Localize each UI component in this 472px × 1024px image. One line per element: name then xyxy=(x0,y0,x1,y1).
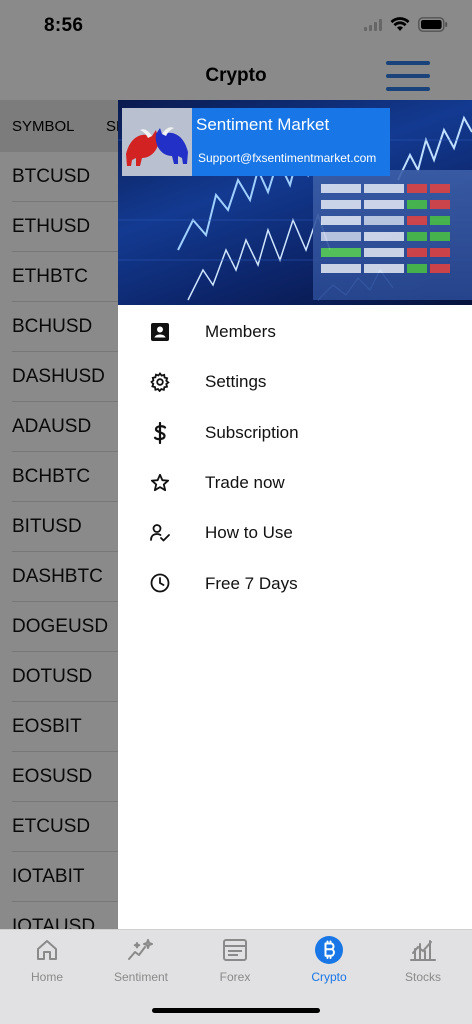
tab-label: Forex xyxy=(219,970,251,984)
contact-card-icon xyxy=(149,321,171,343)
tab-home[interactable]: Home xyxy=(0,936,94,990)
drawer-menu: Members Settings Subscription Trade now … xyxy=(118,307,472,609)
menu-item-label: Free 7 Days xyxy=(205,573,298,593)
home-indicator[interactable] xyxy=(152,1008,320,1013)
bitcoin-icon xyxy=(282,936,376,964)
tab-label: Sentiment xyxy=(113,970,169,984)
menu-item-trade-now[interactable]: Trade now xyxy=(118,458,472,508)
menu-item-settings[interactable]: Settings xyxy=(118,357,472,407)
menu-item-subscription[interactable]: Subscription xyxy=(118,408,472,458)
menu-item-members[interactable]: Members xyxy=(118,307,472,357)
menu-item-label: Subscription xyxy=(205,422,299,442)
menu-item-label: How to Use xyxy=(205,523,293,543)
dollar-icon xyxy=(149,421,171,444)
app-screen: 8:56 Crypto SYMBOL BTCUSD ETHUSD ETHBTC … xyxy=(0,0,472,1024)
chart-sparkle-icon xyxy=(94,936,188,964)
stocks-icon xyxy=(376,936,470,964)
brand-box: Sentiment Market Support@fxsentimentmark… xyxy=(122,108,390,176)
star-icon xyxy=(149,472,171,494)
menu-item-label: Settings xyxy=(205,372,267,392)
clock-icon xyxy=(149,572,171,594)
user-check-icon xyxy=(149,522,171,544)
market-board-graphic xyxy=(313,170,472,300)
menu-item-free-7-days[interactable]: Free 7 Days xyxy=(118,558,472,608)
tab-label: Home xyxy=(30,970,63,984)
menu-item-label: Members xyxy=(205,322,276,342)
drawer-header-image: Sentiment Market Support@fxsentimentmark… xyxy=(118,100,472,305)
brand-title: Sentiment Market xyxy=(196,115,330,134)
tab-crypto[interactable]: Crypto xyxy=(282,936,376,990)
tab-label: Stocks xyxy=(404,970,441,984)
tab-sentiment[interactable]: Sentiment xyxy=(94,936,188,990)
bull-bear-logo xyxy=(122,108,192,176)
support-email-link[interactable]: Support@fxsentimentmarket.com xyxy=(198,151,376,165)
forex-card-icon xyxy=(188,936,282,964)
gear-icon xyxy=(149,371,171,393)
menu-item-how-to-use[interactable]: How to Use xyxy=(118,508,472,558)
tab-stocks[interactable]: Stocks xyxy=(376,936,470,990)
tab-label: Crypto xyxy=(311,970,347,984)
tab-forex[interactable]: Forex xyxy=(188,936,282,990)
menu-item-label: Trade now xyxy=(205,473,285,493)
side-drawer: Sentiment Market Support@fxsentimentmark… xyxy=(118,100,472,929)
home-icon xyxy=(0,936,94,964)
